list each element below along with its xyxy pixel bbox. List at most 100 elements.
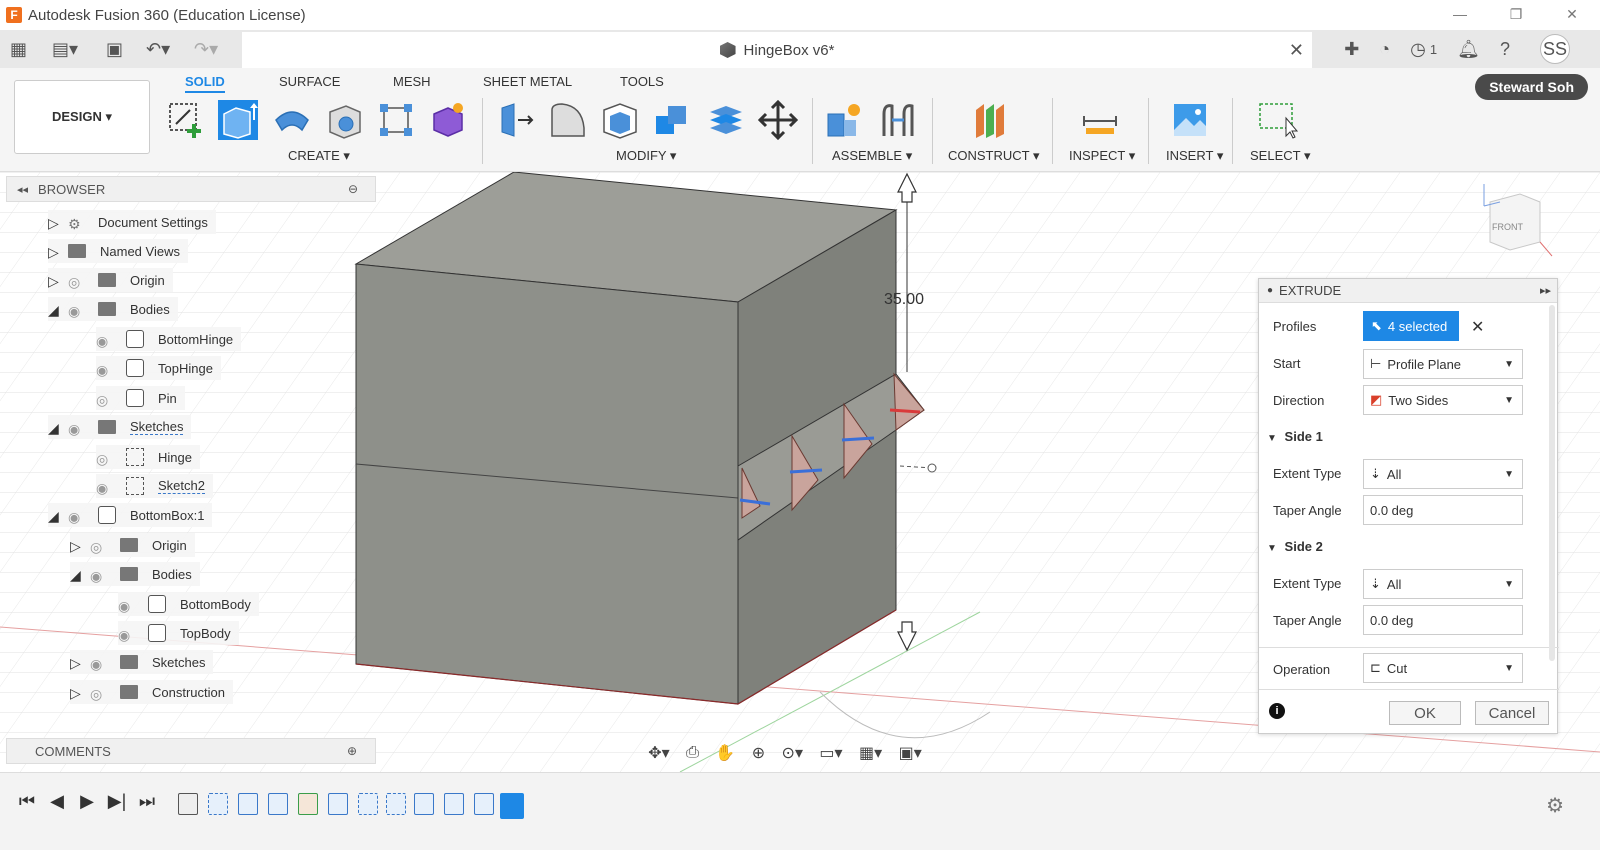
- collapse-arrow-icon[interactable]: ◢: [70, 567, 82, 583]
- step-back-icon[interactable]: ◀: [42, 791, 72, 812]
- timeline-settings-gear-icon[interactable]: ⚙: [1546, 793, 1564, 818]
- eye-icon[interactable]: ◉: [96, 333, 114, 349]
- hole-icon[interactable]: [324, 100, 364, 140]
- document-tab[interactable]: HingeBox v6* ✕: [242, 32, 1312, 68]
- expand-arrow-icon[interactable]: ▷: [48, 244, 60, 260]
- browser-header[interactable]: ◂◂ BROWSER ⊖: [6, 176, 376, 202]
- eye-hidden-icon[interactable]: ◎: [68, 274, 86, 290]
- side1-section-header[interactable]: ▼ Side 1: [1267, 429, 1323, 444]
- cancel-button[interactable]: Cancel: [1475, 701, 1549, 725]
- expand-arrow-icon[interactable]: ▷: [70, 538, 82, 554]
- restore-icon[interactable]: ❐: [1488, 0, 1544, 30]
- tab-surface[interactable]: SURFACE: [279, 74, 340, 89]
- tree-item-tophinge[interactable]: ◉ TopHinge: [96, 356, 221, 380]
- assemble-group-label[interactable]: ASSEMBLE ▾: [832, 148, 912, 164]
- timeline-feature-icon[interactable]: [386, 793, 406, 815]
- info-icon[interactable]: i: [1269, 703, 1285, 719]
- tree-item-bottombody[interactable]: ◉ BottomBody: [118, 592, 259, 616]
- select-group-label[interactable]: SELECT ▾: [1250, 148, 1310, 164]
- tab-tools[interactable]: TOOLS: [620, 74, 664, 89]
- redo-icon[interactable]: ↷▾: [194, 30, 218, 68]
- eye-icon[interactable]: ◉: [68, 303, 86, 319]
- create-sketch-icon[interactable]: [166, 100, 206, 140]
- tree-item-document-settings[interactable]: ▷ ⚙ Document Settings: [48, 210, 216, 234]
- tree-item-construction[interactable]: ▷ ◎ Construction: [70, 680, 233, 704]
- clear-selection-icon[interactable]: ✕: [1471, 317, 1484, 337]
- form-icon[interactable]: [428, 100, 468, 140]
- eye-icon[interactable]: ◉: [96, 480, 114, 496]
- timeline-feature-icon[interactable]: [358, 793, 378, 815]
- tree-item-sketch2[interactable]: ◉ Sketch2: [96, 474, 213, 498]
- save-icon[interactable]: ▣: [106, 30, 123, 68]
- eye-hidden-icon[interactable]: ◎: [90, 539, 108, 555]
- timeline-feature-icon[interactable]: [268, 793, 288, 815]
- timeline-current-feature-icon[interactable]: [500, 793, 524, 819]
- look-at-icon[interactable]: ⎙: [686, 744, 699, 762]
- extrude-dialog-header[interactable]: ● EXTRUDE ▸▸: [1259, 279, 1557, 303]
- measure-icon[interactable]: [1080, 100, 1120, 140]
- new-component-icon[interactable]: [824, 100, 864, 140]
- side2-section-header[interactable]: ▼ Side 2: [1267, 539, 1323, 554]
- collapse-arrow-icon[interactable]: ◢: [48, 508, 60, 524]
- combine-icon[interactable]: [652, 100, 692, 140]
- profiles-selection-button[interactable]: ⬉ 4 selected: [1363, 311, 1459, 341]
- avatar[interactable]: SS: [1540, 34, 1570, 64]
- eye-icon[interactable]: ◉: [90, 568, 108, 584]
- ok-button[interactable]: OK: [1389, 701, 1461, 725]
- inspect-group-label[interactable]: INSPECT ▾: [1069, 148, 1135, 164]
- go-to-end-icon[interactable]: ⏭: [132, 791, 162, 812]
- direction-select[interactable]: ◩ Two Sides ▼: [1363, 385, 1523, 415]
- insert-image-icon[interactable]: [1170, 100, 1210, 140]
- step-forward-icon[interactable]: ▶|: [102, 791, 132, 812]
- fit-icon[interactable]: ⊙▾: [782, 743, 803, 763]
- side1-taper-input[interactable]: 0.0 deg: [1363, 495, 1523, 525]
- construct-group-label[interactable]: CONSTRUCT ▾: [948, 148, 1040, 164]
- tab-sheet-metal[interactable]: SHEET METAL: [483, 74, 572, 89]
- extrude-icon[interactable]: [218, 100, 258, 140]
- create-group-label[interactable]: CREATE ▾: [288, 148, 350, 164]
- expand-arrow-icon[interactable]: ▷: [70, 685, 82, 701]
- viewports-icon[interactable]: ▣▾: [899, 743, 922, 763]
- timeline-feature-icon[interactable]: [208, 793, 228, 815]
- operation-select[interactable]: ⊏ Cut ▼: [1363, 653, 1523, 683]
- split-body-icon[interactable]: [706, 100, 746, 140]
- notifications-icon[interactable]: 🔔︎: [1457, 39, 1480, 60]
- tab-mesh[interactable]: MESH: [393, 74, 431, 89]
- job-status-icon[interactable]: ◷: [1410, 39, 1426, 60]
- shell-icon[interactable]: [600, 100, 640, 140]
- tree-item-bottombox[interactable]: ◢ ◉ BottomBox:1: [48, 503, 213, 527]
- close-tab-icon[interactable]: ✕: [1289, 40, 1304, 61]
- insert-group-label[interactable]: INSERT ▾: [1166, 148, 1223, 164]
- eye-icon[interactable]: ◉: [68, 421, 86, 437]
- help-icon[interactable]: ?: [1500, 39, 1510, 60]
- press-pull-icon[interactable]: [496, 100, 536, 140]
- pivot-point[interactable]: [927, 463, 937, 473]
- eye-icon[interactable]: ◉: [96, 362, 114, 378]
- undo-icon[interactable]: ↶▾: [146, 30, 170, 68]
- side1-extent-select[interactable]: ⇣ All ▼: [1363, 459, 1523, 489]
- expand-arrow-icon[interactable]: ▷: [48, 273, 60, 289]
- timeline-feature-icon[interactable]: [414, 793, 434, 815]
- eye-icon[interactable]: ◉: [90, 656, 108, 672]
- move-icon[interactable]: [758, 100, 798, 140]
- offset-plane-icon[interactable]: [970, 100, 1010, 140]
- modify-group-label[interactable]: MODIFY ▾: [616, 148, 676, 164]
- timeline-feature-icon[interactable]: [474, 793, 494, 815]
- pattern-icon[interactable]: [376, 100, 416, 140]
- eye-hidden-icon[interactable]: ◎: [96, 451, 114, 467]
- side2-taper-input[interactable]: 0.0 deg: [1363, 605, 1523, 635]
- zoom-icon[interactable]: ⊕: [752, 743, 765, 763]
- tree-item-bodies[interactable]: ◢ ◉ Bodies: [48, 297, 178, 321]
- tree-item-topbody[interactable]: ◉ TopBody: [118, 621, 239, 645]
- dimension-label[interactable]: 35.00: [884, 291, 924, 308]
- minus-icon[interactable]: ⊖: [348, 182, 358, 196]
- eye-hidden-icon[interactable]: ◎: [90, 686, 108, 702]
- close-window-icon[interactable]: ✕: [1544, 0, 1600, 30]
- display-settings-icon[interactable]: ▭▾: [819, 743, 842, 763]
- box-front-face[interactable]: [355, 263, 739, 705]
- comments-panel[interactable]: COMMENTS ⊕: [6, 738, 376, 764]
- tab-solid[interactable]: SOLID: [185, 74, 225, 93]
- file-menu-icon[interactable]: ▤▾: [52, 30, 78, 68]
- timeline-feature-icon[interactable]: [444, 793, 464, 815]
- go-to-start-icon[interactable]: ⏮: [12, 791, 42, 812]
